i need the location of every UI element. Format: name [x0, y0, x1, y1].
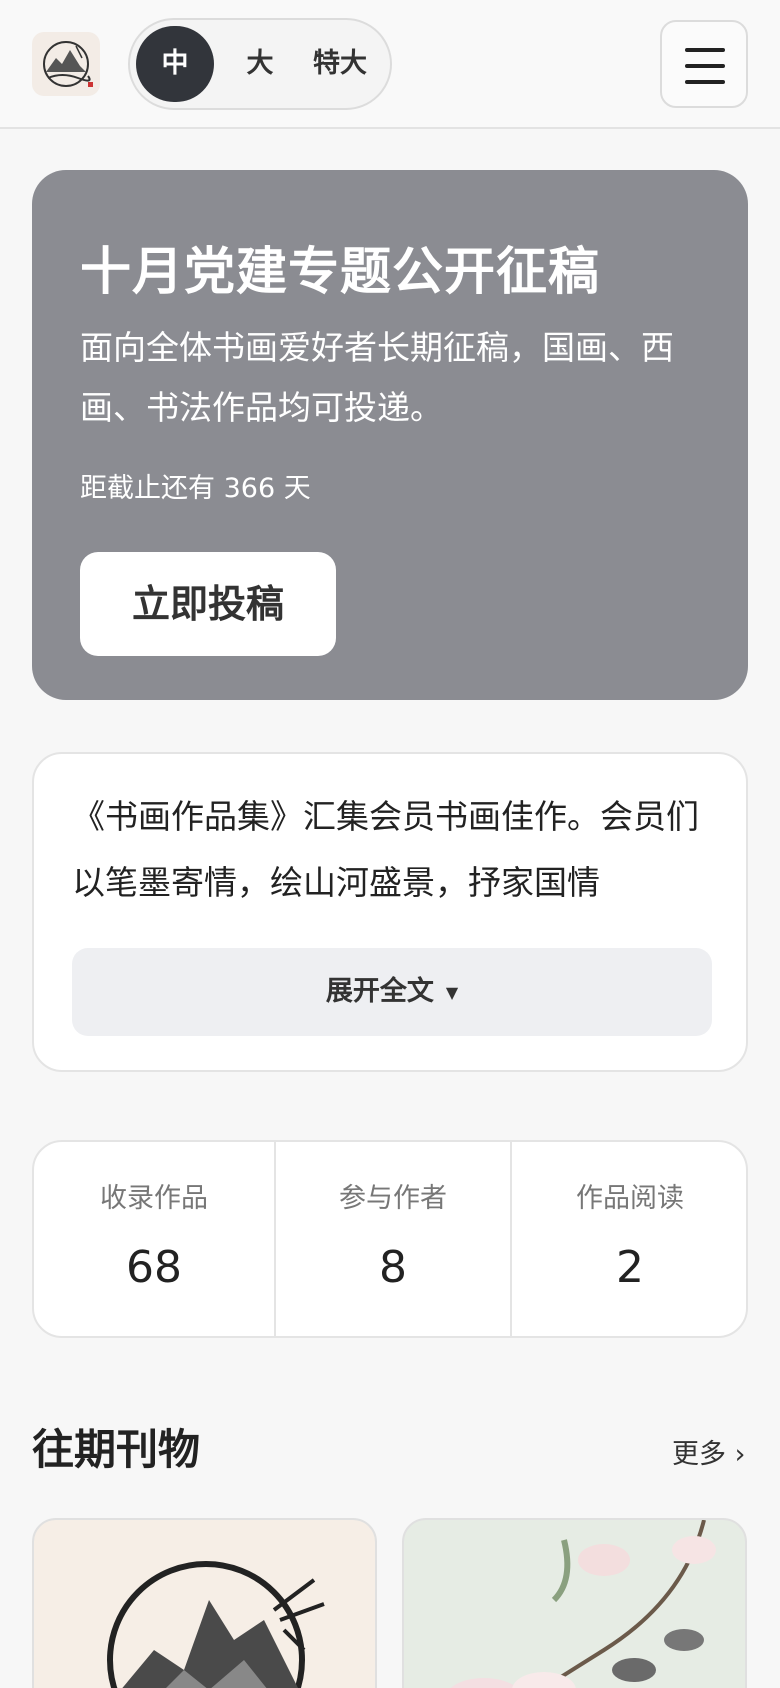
- deadline-countdown: 距截止还有 366 天: [80, 473, 311, 504]
- stat-label: 参与作者: [339, 1183, 447, 1214]
- triangle-down-icon: ▼: [445, 982, 459, 1002]
- hamburger-line: [685, 64, 725, 68]
- magnolia-bird-painting-image: [450, 1520, 716, 1688]
- more-link[interactable]: 更多 ›: [672, 1432, 745, 1471]
- stat-authors: 参与作者 8: [274, 1142, 510, 1336]
- banner-title: 十月党建专题公开征稿: [80, 243, 601, 302]
- hamburger-menu-icon: [685, 48, 725, 52]
- ink-landscape-bamboo-image: [107, 1561, 325, 1688]
- submit-now-button[interactable]: 立即投稿: [80, 552, 336, 656]
- hamburger-line: [685, 80, 725, 84]
- expand-label: 展开全文: [325, 976, 434, 1007]
- expand-full-text-button[interactable]: 展开全文 ▼: [72, 948, 712, 1036]
- stats-panel: 收录作品 68 参与作者 8 作品阅读 2: [32, 1140, 748, 1338]
- top-header: 中 大 特大: [0, 0, 780, 129]
- journal-card[interactable]: [402, 1518, 747, 1688]
- banner-description: 面向全体书画爱好者长期征稿，国画、西画、书法作品均可投递。: [80, 328, 674, 427]
- journal-card[interactable]: [32, 1518, 377, 1688]
- ink-mountain-logo-icon[interactable]: [32, 32, 100, 96]
- stat-reads: 作品阅读 2: [510, 1142, 746, 1336]
- call-for-submissions-banner: 十月党建专题公开征稿 面向全体书画爱好者长期征稿，国画、西画、书法作品均可投递。…: [32, 170, 748, 700]
- font-size-large-button[interactable]: 大: [222, 26, 298, 102]
- stat-value: 2: [616, 1242, 644, 1293]
- font-size-medium-button[interactable]: 中: [136, 26, 214, 102]
- stat-works: 收录作品 68: [34, 1142, 274, 1336]
- stat-value: 68: [126, 1242, 182, 1293]
- font-size-extra-large-button[interactable]: 特大: [298, 26, 382, 102]
- stat-label: 收录作品: [100, 1183, 208, 1214]
- stat-label: 作品阅读: [576, 1183, 684, 1214]
- stat-value: 8: [379, 1242, 407, 1293]
- menu-button[interactable]: [660, 20, 748, 108]
- font-size-toggle: 中 大 特大: [128, 18, 392, 110]
- past-issues-title: 往期刊物: [32, 1425, 201, 1474]
- intro-text: 《书画作品集》汇集会员书画佳作。会员们以笔墨寄情，绘山河盛景，抒家国情: [72, 797, 699, 902]
- collection-intro-card: 《书画作品集》汇集会员书画佳作。会员们以笔墨寄情，绘山河盛景，抒家国情 展开全文…: [32, 752, 748, 1072]
